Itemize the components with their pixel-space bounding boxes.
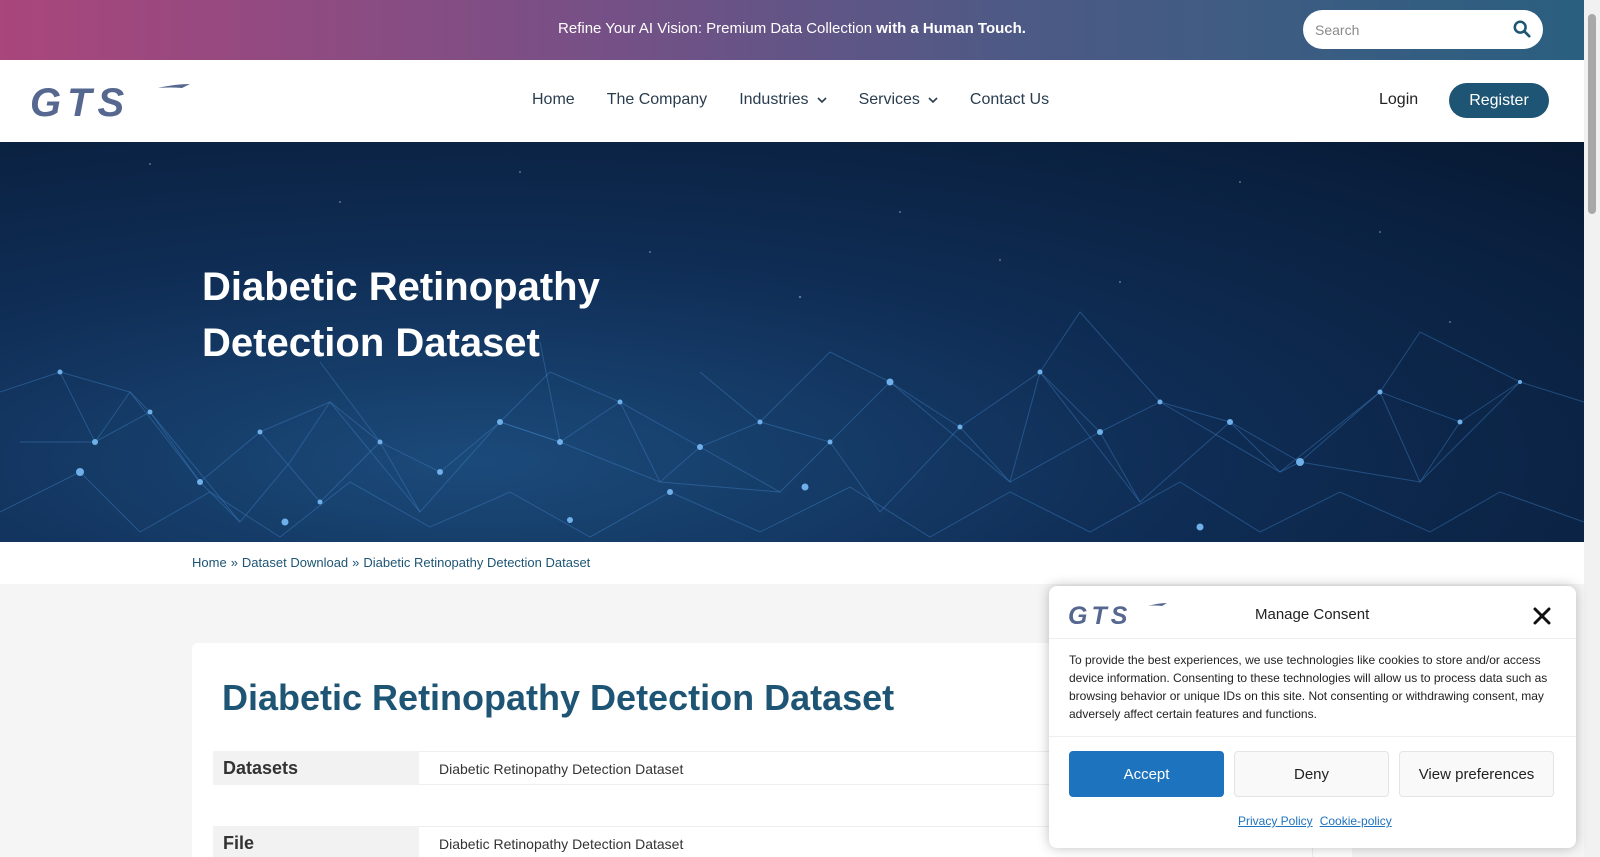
breadcrumb-current: Diabetic Retinopathy Detection Dataset (363, 555, 591, 570)
consent-description: To provide the best experiences, we use … (1069, 653, 1548, 721)
page-scrollbar-thumb[interactable] (1588, 14, 1596, 214)
breadcrumb: Home» Dataset Download» Diabetic Retinopat… (192, 555, 590, 570)
close-icon[interactable] (1532, 606, 1552, 626)
breadcrumb-separator: » (352, 555, 360, 570)
breadcrumb-bar: Home» Dataset Download» Diabetic Retinopat… (0, 542, 1584, 584)
deny-button[interactable]: Deny (1234, 751, 1389, 797)
nav-item-the-company[interactable]: The Company (607, 91, 708, 109)
nav-item-label: Contact Us (969, 91, 1050, 108)
search-box (1303, 10, 1543, 49)
login-link[interactable]: Login (1379, 91, 1418, 109)
register-button[interactable]: Register (1449, 83, 1549, 118)
row-key: File (213, 826, 419, 857)
nav-item-industries[interactable]: Industries (739, 91, 827, 109)
breadcrumb-separator: » (230, 555, 238, 570)
breadcrumb-dataset-download[interactable]: Dataset Download (242, 555, 348, 570)
gts-logo: GTS (1068, 602, 1167, 626)
svg-text:GTS: GTS (30, 82, 130, 120)
accept-button[interactable]: Accept (1069, 751, 1224, 797)
chevron-down-icon (816, 97, 827, 104)
nav-item-label: Services (858, 91, 920, 108)
consent-dialog: GTS Manage Consent To provide the best e… (1049, 586, 1576, 848)
nav-item-label: Home (532, 91, 575, 108)
hero-title: Diabetic Retinopathy Detection Dataset (202, 265, 600, 365)
main-nav: GTS Home The Company Industries Services… (0, 60, 1584, 142)
privacy-policy-link[interactable]: Privacy Policy (1238, 814, 1313, 828)
svg-text:GTS: GTS (1068, 602, 1131, 626)
search-input[interactable] (1315, 19, 1505, 41)
nav-item-label: Industries (739, 91, 809, 108)
top-banner: Refine Your AI Vision: Premium Data Coll… (0, 0, 1584, 60)
breadcrumb-home[interactable]: Home (192, 555, 227, 570)
nav-item-home[interactable]: Home (532, 91, 575, 109)
chevron-down-icon (928, 97, 938, 104)
nav-menu: Home The Company Industries Services Con… (532, 91, 1081, 109)
hero-banner: Diabetic Retinopathy Detection Dataset (0, 142, 1584, 542)
banner-text-bold: with a Human Touch. (876, 20, 1026, 37)
nav-item-label: The Company (606, 91, 708, 108)
view-preferences-button[interactable]: View preferences (1399, 751, 1554, 797)
row-key: Datasets (213, 751, 419, 785)
nav-item-services[interactable]: Services (859, 91, 938, 109)
search-icon[interactable] (1513, 20, 1531, 38)
divider (1049, 736, 1576, 737)
consent-links: Privacy Policy Cookie-policy (1238, 814, 1399, 828)
cookie-policy-link[interactable]: Cookie-policy (1320, 814, 1392, 828)
gts-logo[interactable]: GTS (30, 82, 192, 120)
nav-item-contact-us[interactable]: Contact Us (970, 91, 1049, 109)
banner-text-regular: Refine Your AI Vision: Premium Data Coll… (558, 20, 877, 37)
consent-title: Manage Consent (1255, 606, 1370, 623)
divider (1049, 638, 1576, 639)
page-title: Diabetic Retinopathy Detection Dataset (222, 677, 895, 718)
